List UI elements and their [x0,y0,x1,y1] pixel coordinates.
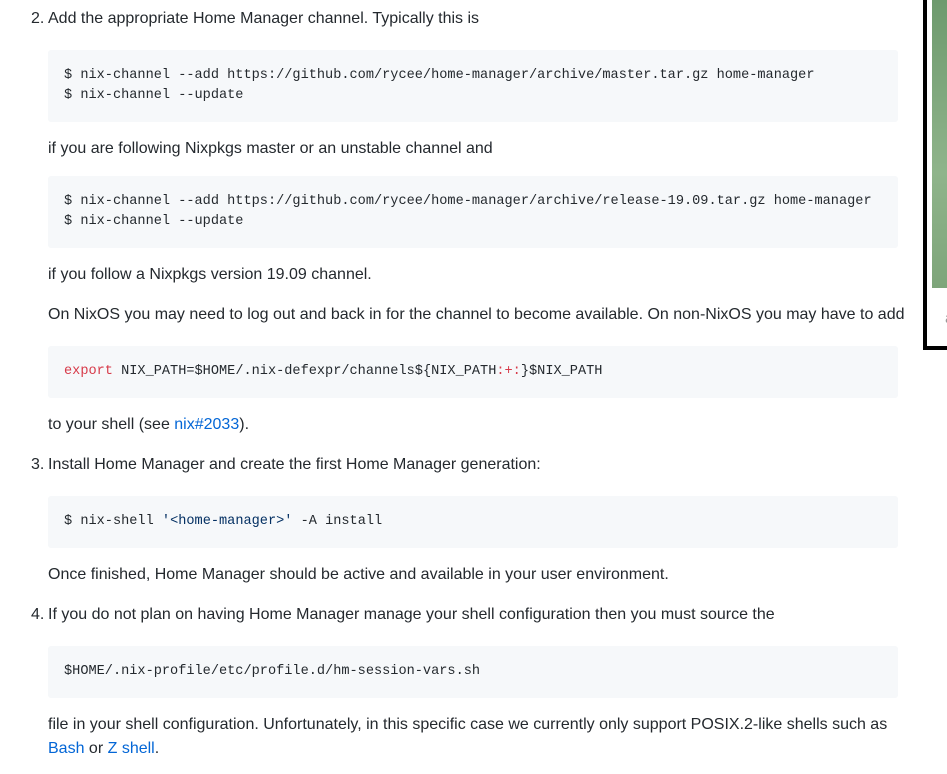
code-line: $ nix-channel --add https://github.com/r… [64,68,815,83]
code-block-channel-release[interactable]: $ nix-channel --add https://github.com/r… [48,176,898,248]
step-3: 3. Install Home Manager and create the f… [0,453,910,587]
text: . [154,740,160,757]
sidebar-panel: a [923,0,947,350]
text: or [84,740,108,757]
code-text: -A install [292,514,383,529]
code-keyword: export [64,364,113,379]
step-2-after-release: if you follow a Nixpkgs version 19.09 ch… [48,266,372,283]
step-2-after-master: if you are following Nixpkgs master or a… [48,140,493,157]
sidebar-image [932,0,947,288]
step-2-shell-note: to your shell (see nix#2033). [48,413,910,437]
code-line: $ nix-channel --update [64,88,244,103]
step-2: 2. Add the appropriate Home Manager chan… [0,0,910,437]
text: to your shell (see [48,416,175,433]
nix-issue-link[interactable]: nix#2033 [174,416,239,433]
z-shell-link[interactable]: Z shell [108,740,155,757]
code-text: NIX_PATH=$HOME/.nix-defexpr/channels${NI… [112,364,497,379]
step-3-intro: Install Home Manager and create the firs… [48,456,541,473]
step-number: 2. [31,10,45,27]
step-2-nixos-note: On NixOS you may need to log out and bac… [48,306,905,323]
code-block-channel-master[interactable]: $ nix-channel --add https://github.com/r… [48,50,898,122]
code-line: $ nix-channel --add https://github.com/r… [64,194,872,209]
code-block-session-vars[interactable]: $HOME/.nix-profile/etc/profile.d/hm-sess… [48,646,898,698]
bash-link[interactable]: Bash [48,740,84,757]
step-4: 4. If you do not plan on having Home Man… [0,603,910,761]
readme-content: 2. Add the appropriate Home Manager chan… [0,0,910,761]
step-number: 3. [31,456,45,473]
code-block-install[interactable]: $ nix-shell '<home-manager>' -A install [48,496,898,548]
step-4-after: file in your shell configuration. Unfort… [48,713,910,761]
code-block-export-nix-path[interactable]: export NIX_PATH=$HOME/.nix-defexpr/chann… [48,346,898,398]
code-line: $ nix-channel --update [64,214,244,229]
step-number: 4. [31,606,45,623]
step-2-intro: Add the appropriate Home Manager channel… [48,10,480,27]
installation-steps: 2. Add the appropriate Home Manager chan… [0,0,910,761]
code-text: $ nix-shell [64,514,162,529]
text: ). [239,416,250,433]
step-4-intro: If you do not plan on having Home Manage… [48,606,775,623]
text: file in your shell configuration. Unfort… [48,716,888,733]
step-3-after: Once finished, Home Manager should be ac… [48,566,669,583]
code-text: $HOME/.nix-profile/etc/profile.d/hm-sess… [64,664,481,679]
code-text: }$NIX_PATH [520,364,603,379]
code-string: '<home-manager>' [161,514,293,529]
code-operator: :+: [496,364,521,379]
